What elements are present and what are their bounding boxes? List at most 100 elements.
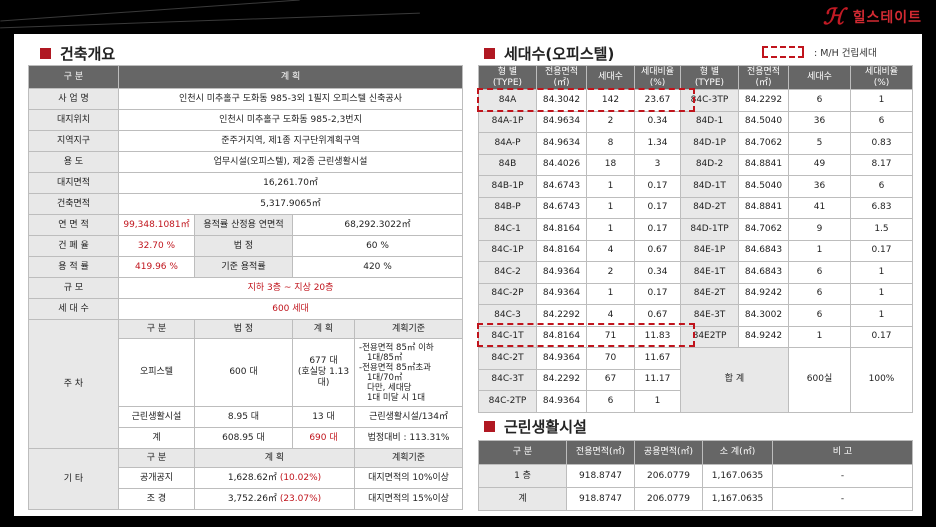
row-label: 주 차 <box>28 319 119 449</box>
row-label: 건 폐 율 <box>28 235 119 257</box>
table-cell: 0.67 <box>634 239 681 262</box>
table-cell: 84.4026 <box>536 153 587 176</box>
retail-section-title: 근린생활시설 <box>484 416 587 437</box>
col-header: 계 획 <box>292 319 355 339</box>
table-cell: 84C-1P <box>478 239 537 262</box>
table-cell: 18 <box>586 153 635 176</box>
table-cell: 84A-P <box>478 132 537 155</box>
table-cell: 84D-1T <box>680 175 739 198</box>
row-value: 16,261.70㎡ <box>117 172 464 194</box>
table-cell: 84D-2T <box>680 196 739 219</box>
table-cell: 1 <box>850 304 913 327</box>
etc-type: 조 경 <box>118 488 195 510</box>
table-cell: 6 <box>788 89 851 112</box>
table-cell: 84.5040 <box>738 175 789 198</box>
table-cell: 0.17 <box>634 282 681 305</box>
table-cell: 84.6843 <box>738 239 789 262</box>
row-value: 인천시 미추홀구 도화동 985-2,3번지 <box>117 109 464 131</box>
table-cell: 4 <box>586 239 635 262</box>
brand-mark-icon: ℋ <box>822 4 845 30</box>
table-cell: 1.34 <box>634 132 681 155</box>
table-cell: 1 <box>850 282 913 305</box>
table-cell: 84.9242 <box>738 282 789 305</box>
parking-plan: 677 대 (호실당 1.13대) <box>292 338 355 407</box>
row-value: 인천시 미추홀구 도화동 985-3외 1필지 오피스텔 신축공사 <box>117 88 464 110</box>
col-header: 계획기준 <box>353 319 464 339</box>
parking-type: 계 <box>118 427 195 449</box>
total-label: 합 계 <box>680 347 789 413</box>
row-label: 규 모 <box>28 277 119 299</box>
etc-standard: 대지면적의 10%이상 <box>353 467 464 489</box>
table-cell: 84.9634 <box>536 132 587 155</box>
row-label: 계 <box>478 487 567 511</box>
row-value: 업무시설(오피스텔), 제2종 근린생활시설 <box>117 151 464 173</box>
row-label: 대지면적 <box>28 172 119 194</box>
table-cell: 84.3002 <box>738 304 789 327</box>
table-cell: 84C-2T <box>478 347 537 370</box>
table-row: 84A-P 84.9634 8 1.34 84D-1P 84.7062 5 0.83 <box>478 132 913 155</box>
table-cell: 0.17 <box>634 218 681 241</box>
table-cell: 1,167.0635 <box>702 487 773 511</box>
col-header: 계 획 <box>194 448 355 468</box>
table-cell: 2 <box>586 261 635 284</box>
col-header: 구 분 <box>28 65 119 89</box>
col-header: 구 분 <box>478 440 567 465</box>
row-label: 대지위치 <box>28 109 119 131</box>
etc-value: 1,628.62㎡ (10.02%) <box>194 467 355 489</box>
row-value: 68,292.3022㎡ <box>291 214 464 236</box>
table-cell: 49 <box>788 153 851 176</box>
table-cell: 0.17 <box>850 325 913 348</box>
parking-type: 오피스텔 <box>118 338 195 407</box>
table-cell: 1 <box>586 218 635 241</box>
table-cell: 84.2292 <box>536 368 587 391</box>
floor-area-value: 99,348.1081㎡ <box>118 214 195 236</box>
table-cell: 1,167.0635 <box>702 464 773 488</box>
table-cell: 84.9364 <box>536 282 587 305</box>
parking-legal: 608.95 대 <box>194 427 293 449</box>
table-cell: 84C-2P <box>478 282 537 305</box>
table-cell: 0.83 <box>850 132 913 155</box>
row-label: 용적률 산정용 연면적 <box>194 214 293 236</box>
col-header: 형 별 (TYPE) <box>680 65 739 90</box>
table-cell: 84B-P <box>478 196 537 219</box>
table-row: 84C-2T 84.9364 70 11.67 합 계 600실 100% <box>478 347 913 413</box>
table-cell: 84A-1P <box>478 110 537 133</box>
table-cell: 84.9364 <box>536 347 587 370</box>
table-row: 84A-1P 84.9634 2 0.34 84D-1 84.5040 36 6 <box>478 110 913 133</box>
legend: : M/H 건립세대 <box>762 45 877 59</box>
row-value: 준주거지역, 제1종 지구단위계획구역 <box>117 130 464 152</box>
col-header: 공용면적(㎡) <box>634 440 703 465</box>
row-value: 420 % <box>291 256 464 278</box>
table-cell: 84C-1 <box>478 218 537 241</box>
table-cell: 1 <box>634 390 681 413</box>
total-ratio: 100% <box>850 347 913 413</box>
table-cell: 918.8747 <box>566 464 635 488</box>
table-cell: 1 <box>788 325 851 348</box>
retail-table: 구 분 전용면적(㎡) 공용면적(㎡) 소 계(㎡) 비 고 1 층 918.8… <box>478 440 913 511</box>
row-label: 용 적 률 <box>28 256 119 278</box>
table-cell: - <box>772 487 913 511</box>
table-cell: 206.0779 <box>634 464 703 488</box>
table-cell: 6 <box>788 261 851 284</box>
table-cell: 84.6843 <box>738 261 789 284</box>
col-header: 구 분 <box>118 319 195 339</box>
scale-value: 지하 3층 ~ 지상 20층 <box>117 277 464 299</box>
table-cell: 84.6743 <box>536 196 587 219</box>
units-value: 600 세대 <box>117 298 464 320</box>
col-header: 세대비율 (%) <box>850 65 913 90</box>
table-row: 84C-1 84.8164 1 0.17 84D-1TP 84.7062 9 1.5 <box>478 218 913 241</box>
parking-plan: 690 대 <box>292 427 355 449</box>
table-cell: 67 <box>586 368 635 391</box>
bullet-square-icon <box>484 48 495 59</box>
table-row: 84C-2 84.9364 2 0.34 84E-1T 84.6843 6 1 <box>478 261 913 284</box>
table-cell: 84.9364 <box>536 261 587 284</box>
table-cell: 0.34 <box>634 110 681 133</box>
table-cell: 84.6743 <box>536 175 587 198</box>
table-row: 84B-1P 84.6743 1 0.17 84D-1T 84.5040 36 6 <box>478 175 913 198</box>
col-header: 계획기준 <box>353 448 464 468</box>
table-cell: 11.67 <box>634 347 681 370</box>
mh-highlight-box <box>477 323 695 347</box>
table-row: 84C-2P 84.9364 1 0.17 84E-2T 84.9242 6 1 <box>478 282 913 305</box>
parking-plan: 13 대 <box>292 406 355 428</box>
table-cell: 36 <box>788 110 851 133</box>
